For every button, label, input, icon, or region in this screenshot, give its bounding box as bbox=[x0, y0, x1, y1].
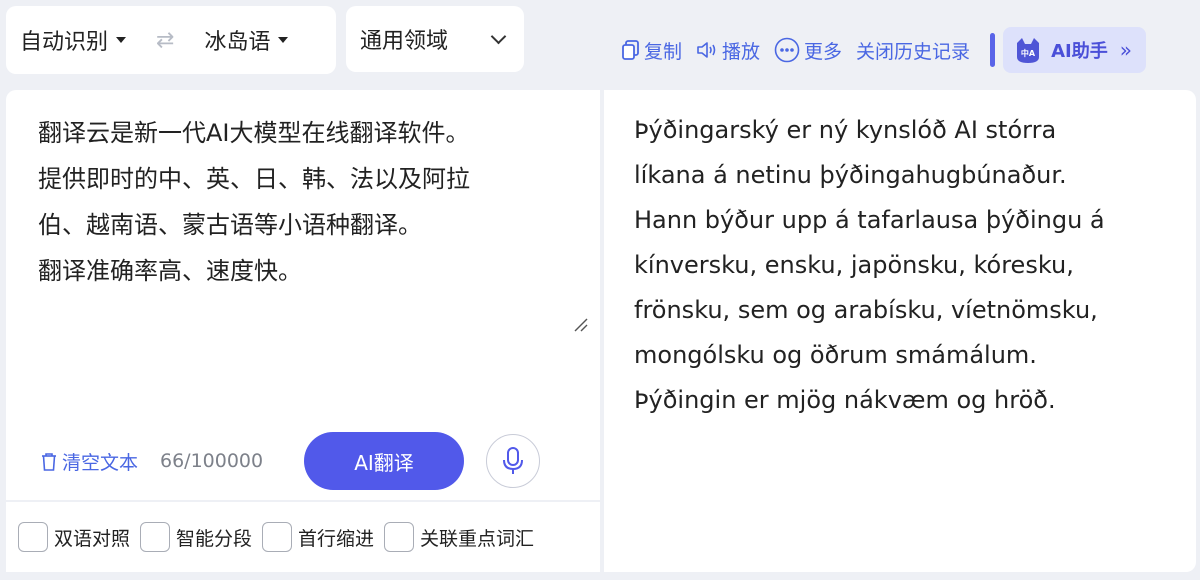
ai-helper-label: AI助手 bbox=[1051, 41, 1108, 62]
translation-result-panel: Þýðingarský er ný kynslóð AI stórra líka… bbox=[604, 90, 1196, 572]
checkbox[interactable] bbox=[18, 522, 48, 552]
option-label: 智能分段 bbox=[176, 527, 253, 550]
close-history-button[interactable]: 关闭历史记录 bbox=[856, 37, 970, 64]
option-label: 关联重点词汇 bbox=[420, 527, 535, 550]
source-text-panel: 翻译云是新一代AI大模型在线翻译软件。 提供即时的中、英、日、韩、法以及阿拉 伯… bbox=[6, 90, 600, 500]
speaker-icon bbox=[697, 42, 716, 58]
clear-text-label: 清空文本 bbox=[62, 452, 139, 474]
copy-button[interactable]: 复制 bbox=[622, 37, 682, 64]
source-text-input[interactable]: 翻译云是新一代AI大模型在线翻译软件。 提供即时的中、英、日、韩、法以及阿拉 伯… bbox=[38, 110, 578, 294]
char-count: 66/100000 bbox=[160, 450, 264, 472]
option-key-terms[interactable]: 关联重点词汇 bbox=[384, 522, 534, 552]
domain-label: 通用领域 bbox=[360, 29, 449, 54]
play-button[interactable]: 播放 bbox=[696, 37, 760, 64]
option-label: 首行缩进 bbox=[298, 527, 375, 550]
checkbox[interactable] bbox=[140, 522, 171, 552]
target-language-dropdown[interactable]: 冰岛语 bbox=[204, 24, 289, 56]
clear-text-button[interactable]: 清空文本 bbox=[40, 448, 138, 475]
divider bbox=[990, 33, 996, 67]
copy-icon bbox=[622, 40, 639, 60]
more-button[interactable]: 更多 bbox=[774, 37, 842, 64]
translation-result-text: Þýðingarský er ný kynslóð AI stórra líka… bbox=[634, 116, 1105, 414]
caret-down-icon bbox=[116, 37, 127, 43]
microphone-icon bbox=[503, 447, 523, 474]
ai-mascot-icon: 中A bbox=[1017, 38, 1040, 63]
voice-input-button[interactable] bbox=[486, 434, 540, 488]
double-chevron-right-icon: » bbox=[1119, 38, 1132, 62]
checkbox[interactable] bbox=[262, 522, 293, 552]
caret-down-icon bbox=[278, 37, 289, 43]
target-language-label: 冰岛语 bbox=[204, 30, 271, 55]
copy-label: 复制 bbox=[644, 40, 683, 63]
ai-translate-button[interactable]: AI翻译 bbox=[304, 432, 464, 490]
language-selector-bar: 自动识别 ⇄ 冰岛语 bbox=[6, 6, 336, 74]
result-toolbar: 复制 播放 更多 关闭历史记录 中A AI助手 » bbox=[622, 27, 1146, 73]
option-label: 双语对照 bbox=[54, 527, 131, 550]
ai-badge-text: 中A bbox=[1021, 48, 1036, 58]
swap-languages-icon[interactable]: ⇄ bbox=[156, 28, 174, 53]
close-history-label: 关闭历史记录 bbox=[856, 40, 971, 63]
chevron-down-icon bbox=[490, 28, 507, 44]
checkbox[interactable] bbox=[384, 522, 415, 552]
more-label: 更多 bbox=[804, 40, 843, 63]
option-smart-segment[interactable]: 智能分段 bbox=[140, 522, 252, 552]
ai-helper-button[interactable]: 中A AI助手 » bbox=[1003, 27, 1146, 73]
source-language-label: 自动识别 bbox=[20, 30, 109, 55]
domain-dropdown[interactable]: 通用领域 bbox=[346, 6, 524, 72]
option-first-line-indent[interactable]: 首行缩进 bbox=[262, 522, 374, 552]
trash-icon bbox=[42, 452, 56, 471]
resize-handle-icon[interactable] bbox=[572, 316, 588, 332]
translation-options: 双语对照 智能分段 首行缩进 关联重点词汇 bbox=[6, 502, 600, 572]
play-label: 播放 bbox=[722, 40, 761, 63]
option-bilingual[interactable]: 双语对照 bbox=[18, 522, 130, 552]
more-icon bbox=[774, 37, 800, 63]
source-language-dropdown[interactable]: 自动识别 bbox=[20, 24, 127, 56]
